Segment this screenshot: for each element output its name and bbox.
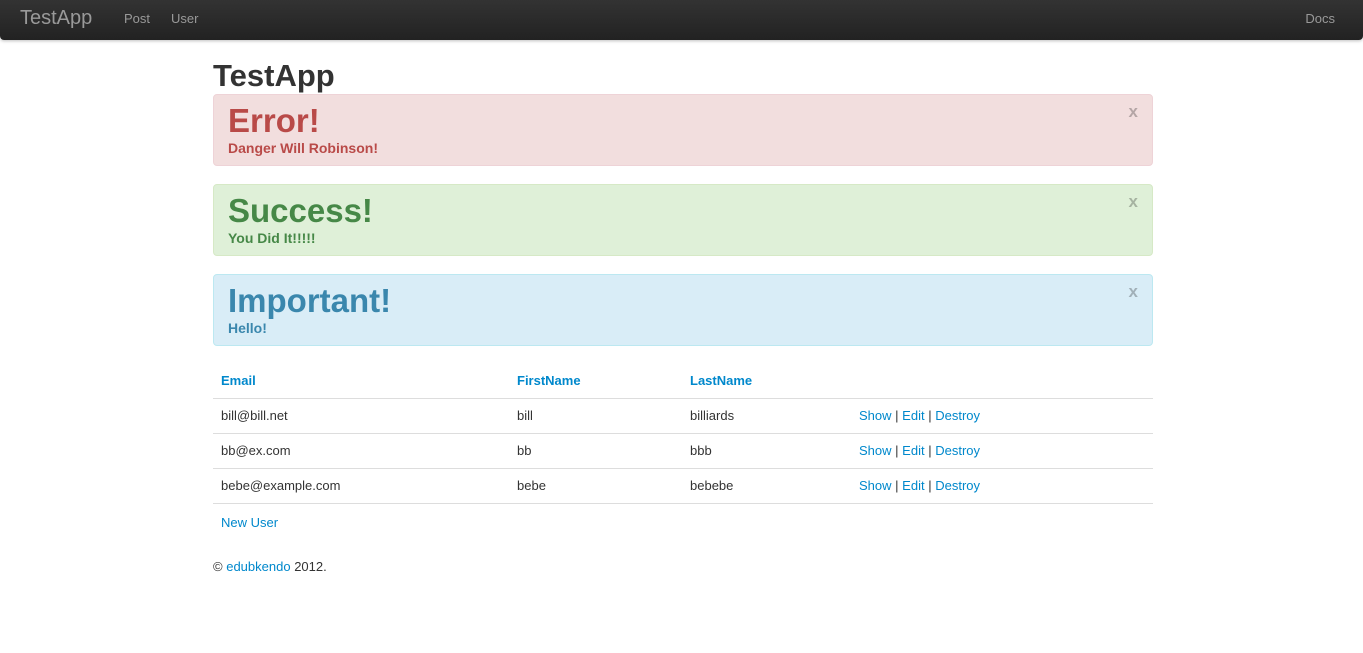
cell-firstname: bebe — [509, 468, 682, 504]
cell-firstname: bb — [509, 433, 682, 469]
edit-link[interactable]: Edit — [902, 478, 924, 493]
show-link[interactable]: Show — [859, 408, 892, 423]
table-header-row: Email FirstName LastName — [213, 364, 1153, 399]
cell-actions: Show | Edit | Destroy — [851, 398, 1153, 434]
column-header-lastname: LastName — [690, 373, 753, 388]
column-header-actions — [851, 364, 1153, 399]
edit-link[interactable]: Edit — [902, 443, 924, 458]
footer: © edubkendo 2012. — [213, 558, 1153, 576]
separator: | — [928, 443, 932, 458]
alert-message: You Did It!!!!! — [228, 230, 316, 246]
edit-link[interactable]: Edit — [902, 408, 924, 423]
nav-item-user[interactable]: User — [171, 12, 198, 26]
main-container: TestApp Error! Danger Will Robinson! x S… — [213, 58, 1153, 576]
separator: | — [895, 443, 899, 458]
brand-link[interactable]: TestApp — [20, 6, 92, 30]
top-navbar: TestApp Post User Docs — [0, 0, 1363, 40]
table-row: bill@bill.net bill billiards Show | Edit… — [213, 398, 1153, 434]
close-icon[interactable]: x — [1129, 283, 1138, 301]
table-row: bebe@example.com bebe bebebe Show | Edit… — [213, 468, 1153, 504]
alert-heading: Success! — [228, 192, 373, 229]
cell-email: bill@bill.net — [213, 398, 509, 434]
copyright-symbol: © — [213, 559, 223, 574]
separator: | — [928, 408, 932, 423]
cell-email: bb@ex.com — [213, 433, 509, 469]
cell-lastname: bebebe — [682, 468, 851, 504]
success-alert: Success! You Did It!!!!! x — [213, 184, 1153, 256]
alert-message: Danger Will Robinson! — [228, 140, 378, 156]
column-header-firstname: FirstName — [517, 373, 581, 388]
column-header-email: Email — [221, 373, 256, 388]
new-user-link[interactable]: New User — [221, 514, 1153, 532]
show-link[interactable]: Show — [859, 478, 892, 493]
alert-message: Hello! — [228, 320, 267, 336]
users-table: Email FirstName LastName bill@bill.net b… — [213, 364, 1153, 504]
author-link[interactable]: edubkendo — [226, 559, 290, 574]
destroy-link[interactable]: Destroy — [935, 443, 980, 458]
cell-actions: Show | Edit | Destroy — [851, 433, 1153, 469]
alert-heading: Error! — [228, 102, 320, 139]
destroy-link[interactable]: Destroy — [935, 408, 980, 423]
nav-item-post[interactable]: Post — [124, 12, 150, 26]
nav-item-docs[interactable]: Docs — [1305, 12, 1335, 26]
cell-firstname: bill — [509, 398, 682, 434]
cell-lastname: bbb — [682, 433, 851, 469]
error-alert: Error! Danger Will Robinson! x — [213, 94, 1153, 166]
destroy-link[interactable]: Destroy — [935, 478, 980, 493]
close-icon[interactable]: x — [1129, 103, 1138, 121]
show-link[interactable]: Show — [859, 443, 892, 458]
cell-lastname: billiards — [682, 398, 851, 434]
info-alert: Important! Hello! x — [213, 274, 1153, 346]
page-title: TestApp — [213, 58, 335, 93]
close-icon[interactable]: x — [1129, 193, 1138, 211]
separator: | — [895, 478, 899, 493]
alert-heading: Important! — [228, 282, 392, 319]
cell-actions: Show | Edit | Destroy — [851, 468, 1153, 504]
separator: | — [928, 478, 932, 493]
cell-email: bebe@example.com — [213, 468, 509, 504]
table-row: bb@ex.com bb bbb Show | Edit | Destroy — [213, 433, 1153, 469]
footer-year: 2012. — [294, 559, 327, 574]
separator: | — [895, 408, 899, 423]
